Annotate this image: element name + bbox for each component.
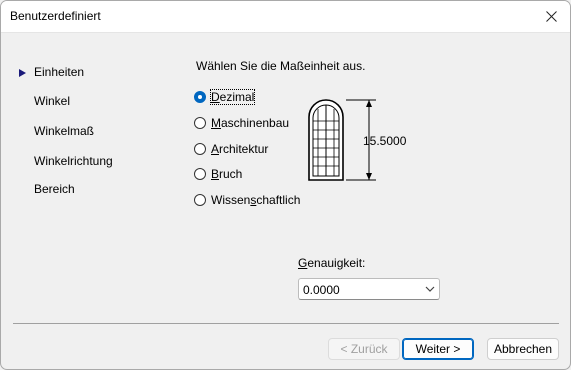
cancel-button-label: Abbrechen bbox=[493, 342, 553, 356]
current-step-arrow-icon bbox=[19, 69, 26, 77]
footer-separator bbox=[13, 323, 559, 324]
precision-label: Genauigkeit: bbox=[298, 256, 366, 270]
nav-item-label: Winkelrichtung bbox=[34, 154, 113, 168]
next-button-label: Weiter > bbox=[415, 342, 461, 356]
radio-button-checked[interactable] bbox=[194, 91, 206, 103]
radio-label: Architektur bbox=[211, 142, 269, 156]
next-button[interactable]: Weiter > bbox=[402, 338, 474, 360]
title-bar: Benutzerdefiniert bbox=[1, 1, 570, 33]
close-button[interactable] bbox=[540, 6, 562, 26]
radio-button[interactable] bbox=[194, 117, 206, 129]
close-icon bbox=[545, 10, 557, 22]
chevron-down-icon bbox=[425, 286, 435, 292]
setup-dialog: Benutzerdefiniert Einheiten Winkel Winke… bbox=[0, 0, 571, 370]
back-button-label: < Zurück bbox=[340, 342, 388, 356]
nav-item-label: Bereich bbox=[34, 182, 75, 196]
radio-button[interactable] bbox=[194, 194, 206, 206]
radio-label: Maschinenbau bbox=[211, 116, 290, 130]
cancel-button[interactable]: Abbrechen bbox=[487, 338, 559, 360]
back-button[interactable]: < Zurück bbox=[328, 338, 400, 360]
radio-button[interactable] bbox=[194, 168, 206, 180]
radio-label: Dezimal bbox=[209, 89, 256, 105]
nav-item-label: Einheiten bbox=[34, 65, 85, 79]
precision-select[interactable]: 0.0000 bbox=[298, 278, 440, 300]
radio-button[interactable] bbox=[194, 143, 206, 155]
nav-item-label: Winkelmaß bbox=[34, 124, 95, 138]
precision-value: 0.0000 bbox=[303, 283, 340, 297]
preview-dimension-value: 15.5000 bbox=[363, 134, 407, 148]
units-prompt: Wählen Sie die Maßeinheit aus. bbox=[196, 59, 366, 73]
window-title: Benutzerdefiniert bbox=[10, 9, 101, 23]
radio-label: Bruch bbox=[211, 167, 243, 181]
nav-item-label: Winkel bbox=[34, 94, 71, 108]
radio-label: Wissenschaftlich bbox=[211, 193, 301, 207]
